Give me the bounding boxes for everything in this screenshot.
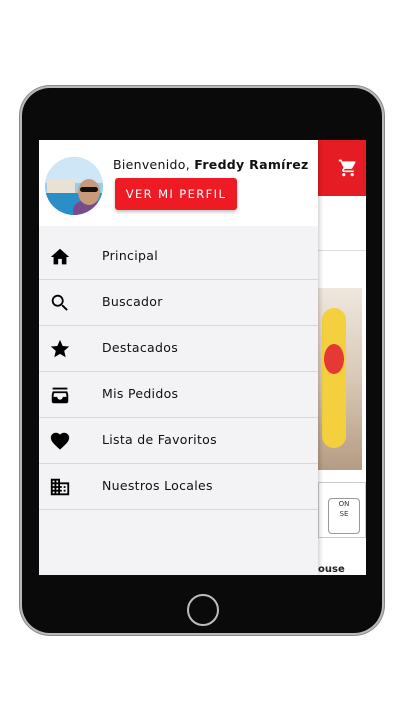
welcome-text: Bienvenido, Freddy Ramírez xyxy=(113,157,309,172)
product-bottle-image xyxy=(322,308,346,448)
menu-item-label: Principal xyxy=(102,248,158,263)
avatar[interactable] xyxy=(45,157,103,215)
heart-icon xyxy=(50,432,70,450)
star-icon xyxy=(50,339,70,358)
user-name: Freddy Ramírez xyxy=(194,157,309,172)
navigation-drawer: Bienvenido, Freddy Ramírez VER MI PERFIL… xyxy=(39,140,318,575)
building-icon xyxy=(50,478,70,496)
menu-item-destacados[interactable]: Destacados xyxy=(39,326,318,372)
drawer-menu: Principal Buscador Destacados Mis Pedido… xyxy=(39,234,318,510)
store-logo: ON SE xyxy=(328,498,360,534)
cart-icon[interactable] xyxy=(338,158,358,178)
menu-item-mis-pedidos[interactable]: Mis Pedidos xyxy=(39,372,318,418)
app-screen: ON SE ouse Bienvenido, Freddy Ramírez VE… xyxy=(39,140,366,575)
menu-item-principal[interactable]: Principal xyxy=(39,234,318,280)
menu-item-label: Lista de Favoritos xyxy=(102,432,217,447)
menu-item-label: Mis Pedidos xyxy=(102,386,179,401)
welcome-prefix: Bienvenido, xyxy=(113,157,195,172)
menu-item-lista-de-favoritos[interactable]: Lista de Favoritos xyxy=(39,418,318,464)
menu-item-label: Destacados xyxy=(102,340,179,355)
view-profile-button[interactable]: VER MI PERFIL xyxy=(115,178,237,210)
home-icon xyxy=(50,248,70,265)
search-icon xyxy=(51,294,68,311)
drawer-header: Bienvenido, Freddy Ramírez VER MI PERFIL xyxy=(39,140,318,226)
menu-item-buscador[interactable]: Buscador xyxy=(39,280,318,326)
store-caption: ouse xyxy=(318,564,345,575)
inbox-icon xyxy=(51,387,69,404)
device-home-button[interactable] xyxy=(187,594,219,626)
menu-item-nuestros-locales[interactable]: Nuestros Locales xyxy=(39,464,318,510)
menu-item-label: Buscador xyxy=(102,294,163,309)
menu-item-label: Nuestros Locales xyxy=(102,478,213,493)
